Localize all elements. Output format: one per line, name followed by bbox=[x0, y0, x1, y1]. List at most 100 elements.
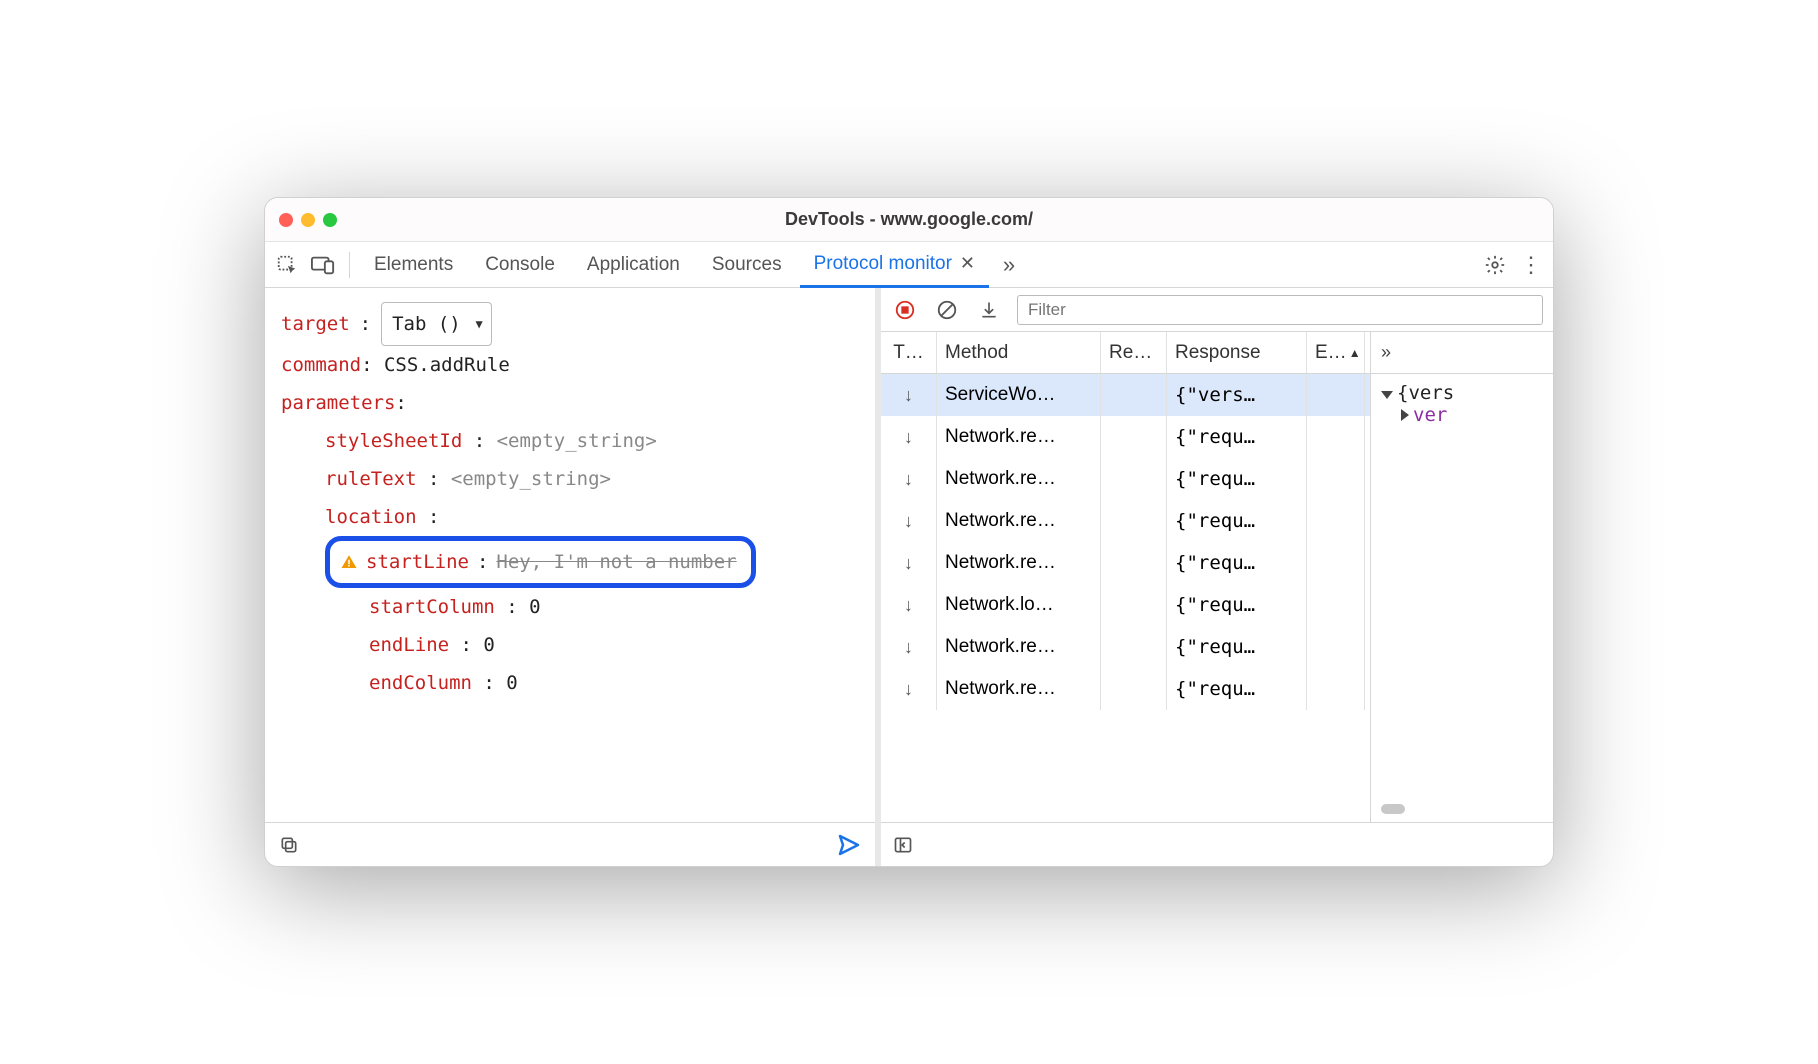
incoming-arrow-icon: ↓ bbox=[904, 679, 913, 700]
param-key: startLine bbox=[366, 543, 469, 581]
tab-label: Console bbox=[485, 254, 555, 276]
copy-icon[interactable] bbox=[279, 835, 299, 855]
param-key: ruleText bbox=[325, 468, 417, 490]
tab-application[interactable]: Application bbox=[573, 242, 694, 288]
table-row[interactable]: ↓ Network.re… {"requ… bbox=[881, 668, 1370, 710]
cell-request bbox=[1101, 668, 1167, 710]
cell-elapsed bbox=[1307, 374, 1365, 416]
minimize-window-button[interactable] bbox=[301, 213, 315, 227]
cell-method: Network.re… bbox=[937, 542, 1101, 584]
tab-label: Elements bbox=[374, 254, 453, 276]
incoming-arrow-icon: ↓ bbox=[904, 637, 913, 658]
param-key: styleSheetId bbox=[325, 430, 462, 452]
param-key: startColumn bbox=[369, 596, 495, 618]
cell-method: ServiceWo… bbox=[937, 374, 1101, 416]
tab-label: Protocol monitor bbox=[814, 253, 952, 275]
cell-method: Network.re… bbox=[937, 668, 1101, 710]
tab-protocol-monitor[interactable]: Protocol monitor ✕ bbox=[800, 242, 989, 288]
table-row[interactable]: ↓Network.re…{"requ… bbox=[881, 626, 1370, 668]
tab-label: Sources bbox=[712, 254, 782, 276]
cell-response: {"requ… bbox=[1167, 416, 1307, 458]
cell-elapsed bbox=[1307, 416, 1365, 458]
table-row[interactable]: ↓Network.re…{"requ… bbox=[881, 542, 1370, 584]
json-key: ver bbox=[1413, 404, 1447, 426]
cell-response: {"requ… bbox=[1167, 584, 1307, 626]
cell-request bbox=[1101, 584, 1167, 626]
param-value-empty: <empty_string> bbox=[451, 468, 611, 490]
record-button[interactable] bbox=[891, 296, 919, 324]
detail-body[interactable]: {{versvers ver bbox=[1371, 374, 1553, 804]
filter-input[interactable] bbox=[1017, 295, 1543, 325]
cell-elapsed bbox=[1307, 542, 1365, 584]
clear-button[interactable] bbox=[933, 296, 961, 324]
cell-request bbox=[1101, 500, 1167, 542]
table-row[interactable]: ↓ServiceWo…{"vers… bbox=[881, 374, 1370, 416]
detail-tabs: » bbox=[1371, 332, 1553, 374]
cell-elapsed bbox=[1307, 458, 1365, 500]
cell-elapsed bbox=[1307, 584, 1365, 626]
cell-response: {"requ… bbox=[1167, 458, 1307, 500]
send-command-button[interactable] bbox=[837, 833, 861, 857]
more-tabs-icon[interactable]: » bbox=[993, 249, 1025, 281]
table-row[interactable]: ↓Network.re…{"requ… bbox=[881, 500, 1370, 542]
cell-request bbox=[1101, 626, 1167, 668]
table-row[interactable]: ↓Network.lo…{"requ… bbox=[881, 584, 1370, 626]
col-method[interactable]: Method bbox=[937, 332, 1101, 373]
close-window-button[interactable] bbox=[279, 213, 293, 227]
warning-icon bbox=[340, 553, 358, 571]
col-type[interactable]: T… bbox=[881, 332, 937, 373]
cell-response: {"requ… bbox=[1167, 626, 1307, 668]
cell-elapsed bbox=[1307, 500, 1365, 542]
inspect-element-icon[interactable] bbox=[271, 249, 303, 281]
cell-request bbox=[1101, 374, 1167, 416]
settings-icon[interactable] bbox=[1479, 249, 1511, 281]
horizontal-scrollbar[interactable] bbox=[1381, 804, 1543, 816]
incoming-arrow-icon: ↓ bbox=[904, 511, 913, 532]
window-controls bbox=[279, 213, 337, 227]
titlebar: DevTools - www.google.com/ bbox=[265, 198, 1553, 242]
save-button[interactable] bbox=[975, 296, 1003, 324]
cell-response: {"requ… bbox=[1167, 668, 1307, 710]
grid-header: T… Method Re… Response E…▲ bbox=[881, 332, 1370, 374]
target-select-value: Tab () bbox=[392, 305, 461, 343]
log-grid: T… Method Re… Response E…▲ ↓ ServiceWo… {"… bbox=[881, 332, 1371, 822]
separator bbox=[349, 252, 350, 278]
param-key: endColumn bbox=[369, 672, 472, 694]
tab-elements[interactable]: Elements bbox=[360, 242, 467, 288]
expand-icon[interactable] bbox=[1381, 391, 1393, 399]
detail-pane: » {{versvers ver bbox=[1371, 332, 1553, 822]
log-toolbar bbox=[881, 288, 1553, 332]
more-options-icon[interactable]: ⋮ bbox=[1515, 249, 1547, 281]
toggle-drawer-icon[interactable] bbox=[893, 835, 913, 855]
expand-icon[interactable] bbox=[1401, 409, 1409, 421]
close-tab-icon[interactable]: ✕ bbox=[960, 253, 975, 274]
more-tabs-icon[interactable]: » bbox=[1381, 342, 1391, 363]
table-row[interactable]: ↓Network.re…{"requ… bbox=[881, 458, 1370, 500]
command-editor[interactable]: target: Tab () command: CSS.addRule para… bbox=[265, 288, 875, 822]
editor-footer bbox=[265, 822, 875, 866]
tab-sources[interactable]: Sources bbox=[698, 242, 796, 288]
cell-response: {"vers… bbox=[1167, 374, 1307, 416]
col-request[interactable]: Re… bbox=[1101, 332, 1167, 373]
target-key: target bbox=[281, 305, 350, 343]
col-response[interactable]: Response bbox=[1167, 332, 1307, 373]
cell-elapsed bbox=[1307, 668, 1365, 710]
tab-console[interactable]: Console bbox=[471, 242, 569, 288]
cell-method: Network.re… bbox=[937, 416, 1101, 458]
param-value: 0 bbox=[506, 672, 517, 694]
cell-method: Network.re… bbox=[937, 458, 1101, 500]
cell-method: Network.re… bbox=[937, 500, 1101, 542]
cell-request bbox=[1101, 542, 1167, 584]
target-select[interactable]: Tab () bbox=[381, 302, 492, 346]
cell-request bbox=[1101, 458, 1167, 500]
zoom-window-button[interactable] bbox=[323, 213, 337, 227]
invalid-param-highlight: startLine : Hey, I'm not a number bbox=[325, 536, 756, 588]
table-row[interactable]: ↓Network.re…{"requ… bbox=[881, 416, 1370, 458]
col-elapsed[interactable]: E…▲ bbox=[1307, 332, 1365, 373]
devtools-window: DevTools - www.google.com/ Elements Cons… bbox=[264, 197, 1554, 867]
device-toolbar-icon[interactable] bbox=[307, 249, 339, 281]
param-value-invalid: Hey, I'm not a number bbox=[496, 543, 736, 581]
log-footer bbox=[881, 822, 1553, 866]
devtools-tabbar: Elements Console Application Sources Pro… bbox=[265, 242, 1553, 288]
location-key: location bbox=[325, 506, 417, 528]
